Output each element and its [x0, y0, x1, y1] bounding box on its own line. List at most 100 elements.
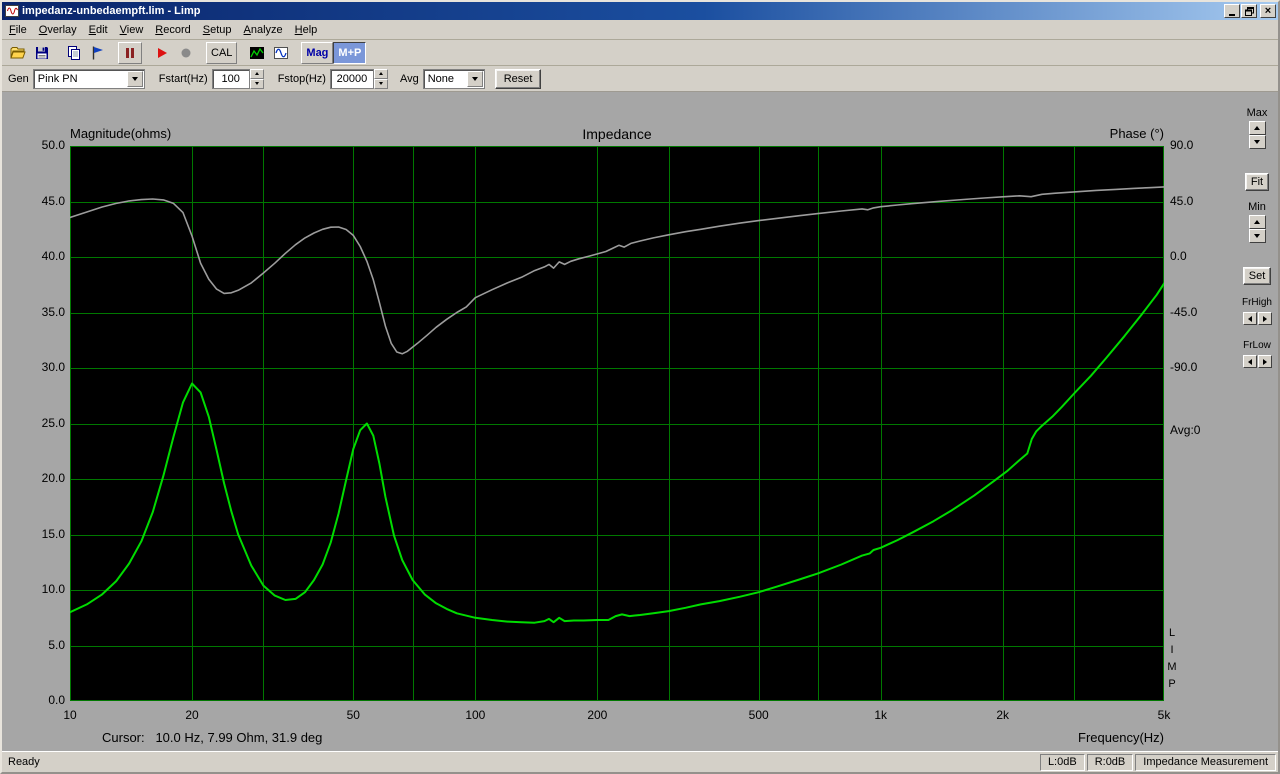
toolbar-separator — [198, 42, 206, 64]
overlay-flag-button[interactable] — [86, 42, 110, 64]
avg-counter: Avg:0 — [1170, 423, 1201, 437]
fstop-stepper: 20000 — [329, 68, 388, 89]
status-ready: Ready — [8, 756, 40, 768]
x-axis-tick: 100 — [465, 708, 486, 722]
chevron-down-icon[interactable] — [126, 70, 143, 87]
fit-button[interactable]: Fit — [1244, 173, 1270, 191]
averaging-select[interactable]: None — [422, 68, 485, 89]
x-axis-tick: 10 — [63, 708, 77, 722]
limp-window: impedanz-unbedaempft.lim - Limp × File O… — [0, 0, 1280, 774]
menu-analyze[interactable]: Analyze — [238, 21, 289, 39]
restore-icon — [1244, 6, 1254, 16]
menu-bar: File Overlay Edit View Record Setup Anal… — [2, 20, 1278, 40]
left-axis-tick: 30.0 — [41, 360, 65, 374]
min-label: Min — [1248, 201, 1266, 213]
menu-view[interactable]: View — [114, 21, 150, 39]
chart-title: Impedance — [582, 126, 652, 142]
left-arrow-icon — [1247, 315, 1252, 322]
menu-file[interactable]: File — [3, 21, 33, 39]
max-down-button[interactable] — [1248, 135, 1266, 149]
fstop-up-button[interactable] — [373, 68, 388, 79]
generator-type-select[interactable]: Pink PN — [32, 68, 145, 89]
up-arrow-icon — [1254, 126, 1260, 130]
chevron-down-icon[interactable] — [466, 70, 483, 87]
record-icon — [181, 48, 191, 57]
right-axis-tick: -90.0 — [1170, 360, 1198, 374]
fstart-input[interactable]: 100 — [211, 68, 250, 89]
toolbar-separator — [110, 42, 118, 64]
open-file-button[interactable] — [6, 42, 30, 64]
fstop-label: Fstop(Hz) — [277, 72, 326, 85]
fstart-label: Fstart(Hz) — [158, 72, 208, 85]
mag-toggle-button[interactable]: Mag — [301, 41, 334, 64]
copy-button[interactable] — [62, 42, 86, 64]
right-axis-tick: 45.0 — [1170, 193, 1194, 208]
right-level-indicator: R:0dB — [1086, 753, 1134, 771]
series-impedance-phase — [70, 186, 1164, 355]
copy-icon — [68, 45, 80, 60]
mag-phase-toggle-button[interactable]: M+P — [333, 41, 367, 64]
toolbar-separator — [142, 42, 150, 64]
x-axis-title: Frequency(Hz) — [1078, 730, 1164, 745]
left-arrow-icon — [1247, 358, 1252, 365]
left-axis-tick: 5.0 — [48, 637, 65, 652]
menu-overlay[interactable]: Overlay — [33, 21, 83, 39]
signal-generator-icon — [274, 46, 289, 59]
left-axis-tick: 20.0 — [41, 471, 65, 485]
left-axis-tick: 25.0 — [41, 415, 65, 430]
left-level-indicator: L:0dB — [1039, 753, 1085, 771]
set-button[interactable]: Set — [1242, 267, 1272, 285]
toolbar-separator — [237, 42, 245, 64]
chart-area: Magnitude(ohms) Impedance Phase (°) Curs… — [2, 92, 1236, 751]
cursor-readout: Cursor: 10.0 Hz, 7.99 Ohm, 31.9 deg — [102, 730, 323, 745]
open-folder-icon — [10, 46, 26, 58]
overlay-flag-icon — [92, 46, 103, 59]
fstart-up-button[interactable] — [249, 68, 264, 79]
series-impedance-magnitude — [70, 282, 1164, 624]
cursor-row: Cursor: 10.0 Hz, 7.99 Ohm, 31.9 deg Freq… — [70, 730, 1164, 745]
spectrum-button[interactable] — [245, 42, 269, 64]
frhigh-left-button[interactable] — [1242, 312, 1257, 325]
frhigh-right-button[interactable] — [1257, 312, 1272, 325]
signal-generator-button[interactable] — [269, 42, 293, 64]
frlow-left-button[interactable] — [1242, 355, 1257, 368]
play-button[interactable] — [150, 42, 174, 64]
x-axis-tick: 2k — [996, 708, 1010, 722]
down-arrow-icon — [1254, 234, 1260, 238]
toolbar-separator — [54, 42, 62, 64]
menu-edit[interactable]: Edit — [83, 21, 114, 39]
pause-button[interactable] — [118, 41, 142, 64]
title-bar[interactable]: impedanz-unbedaempft.lim - Limp × — [2, 2, 1278, 20]
left-axis-tick: 50.0 — [41, 138, 65, 152]
min-down-button[interactable] — [1248, 229, 1266, 243]
save-file-button[interactable] — [30, 42, 54, 64]
right-arrow-icon — [1262, 315, 1267, 322]
spectrum-icon — [250, 46, 265, 59]
menu-setup[interactable]: Setup — [197, 21, 238, 39]
max-label: Max — [1246, 107, 1268, 119]
fstart-stepper: 100 — [211, 68, 264, 89]
minimize-button[interactable] — [1224, 4, 1240, 18]
right-axis-tick: 0.0 — [1170, 249, 1187, 263]
close-button[interactable]: × — [1260, 4, 1276, 18]
plot-canvas[interactable] — [70, 146, 1164, 701]
max-up-button[interactable] — [1248, 121, 1266, 135]
record-button[interactable] — [174, 42, 198, 64]
cal-button[interactable]: CAL — [206, 41, 238, 64]
reset-button[interactable]: Reset — [494, 68, 542, 89]
menu-record[interactable]: Record — [149, 21, 196, 39]
fstop-input[interactable]: 20000 — [329, 68, 374, 89]
restore-button[interactable] — [1241, 4, 1257, 18]
menu-help[interactable]: Help — [289, 21, 324, 39]
main-toolbar: CAL Mag M+P — [2, 40, 1278, 66]
save-floppy-icon — [36, 46, 48, 59]
fstart-down-button[interactable] — [249, 78, 264, 89]
min-up-button[interactable] — [1248, 215, 1266, 229]
right-arrow-icon — [1262, 358, 1267, 365]
frlow-right-button[interactable] — [1257, 355, 1272, 368]
play-icon — [158, 47, 167, 58]
close-icon: × — [1264, 5, 1272, 17]
app-icon — [5, 4, 19, 18]
measurement-mode-indicator: Impedance Measurement — [1135, 753, 1276, 771]
fstop-down-button[interactable] — [373, 78, 388, 89]
